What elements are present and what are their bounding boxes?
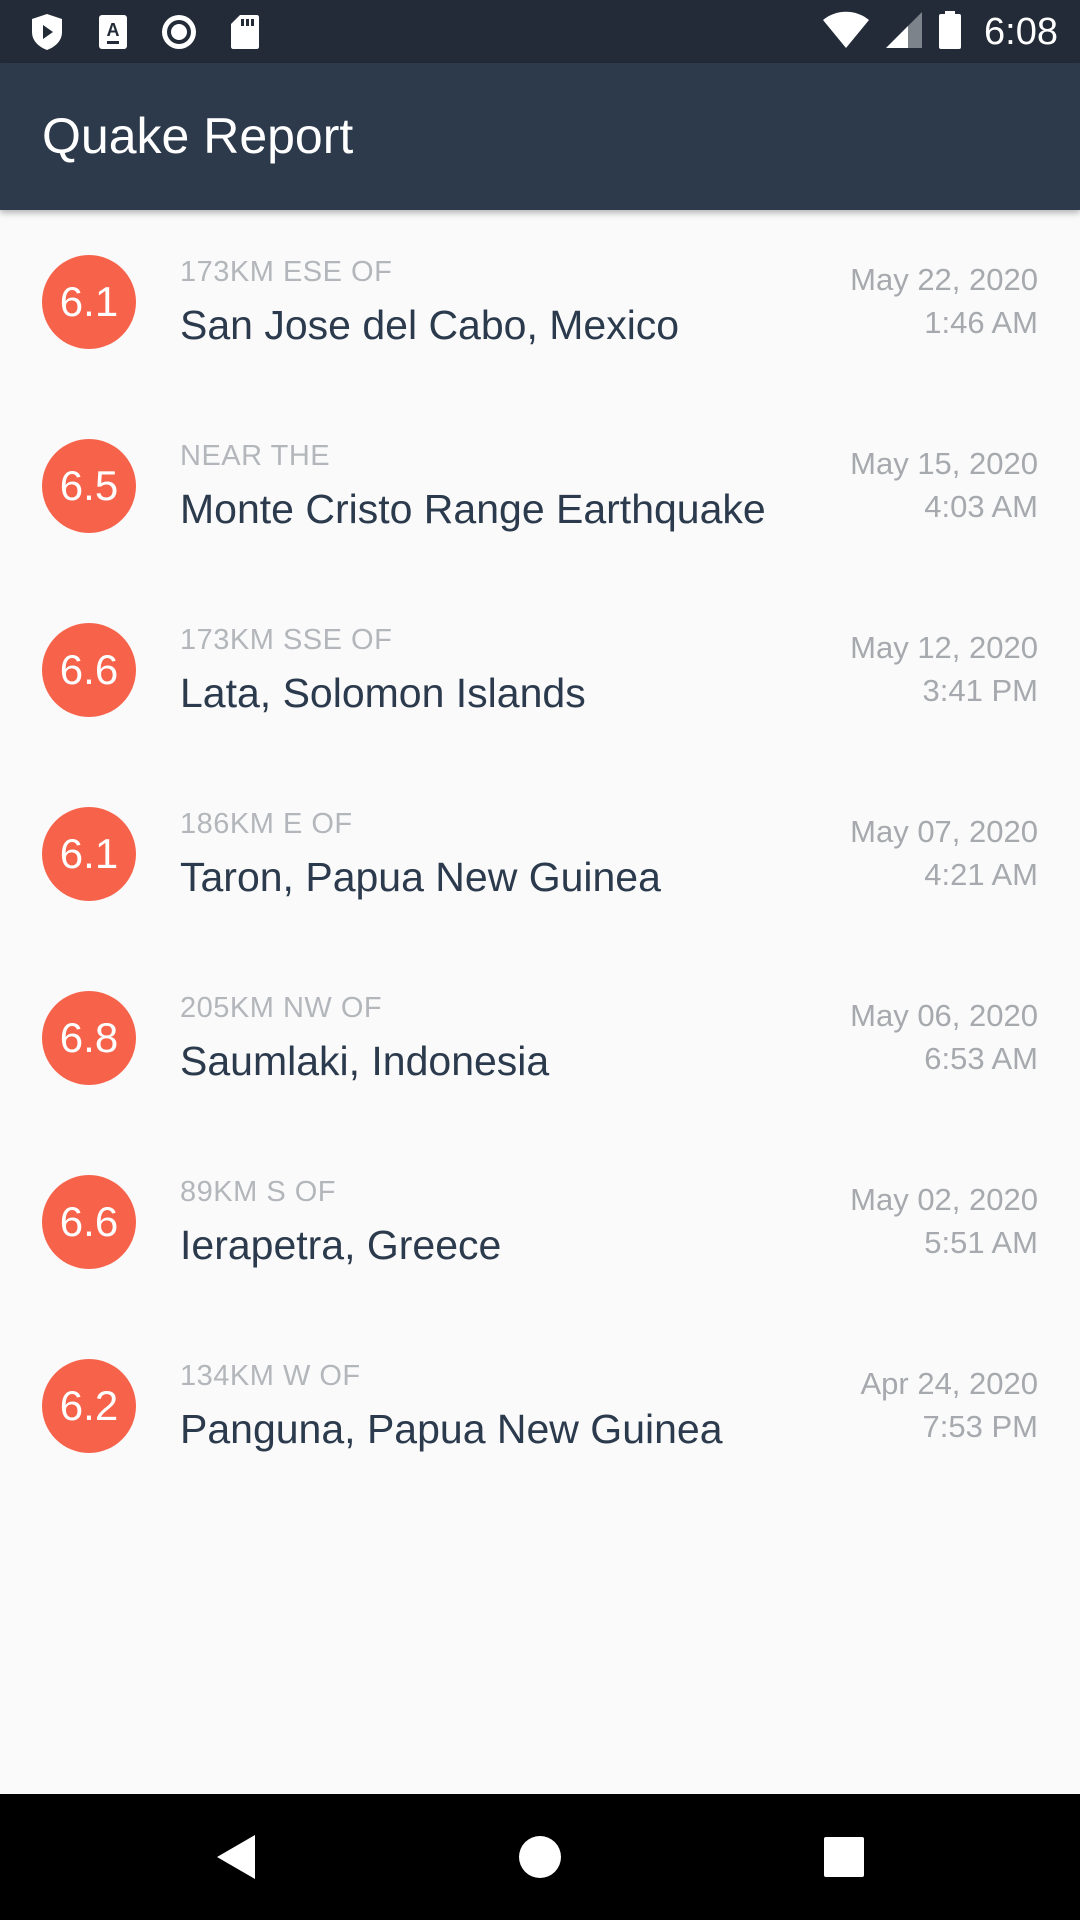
wifi-icon (822, 10, 870, 55)
list-item[interactable]: 6.6 89KM S OF Ierapetra, Greece May 02, … (0, 1130, 1080, 1314)
magnitude-circle: 6.1 (42, 807, 136, 901)
time: 7:53 PM (922, 1409, 1038, 1444)
status-bar: A 6:08 (0, 0, 1080, 63)
date: May 02, 2020 (850, 1182, 1038, 1217)
magnitude-circle: 6.6 (42, 1175, 136, 1269)
list-item[interactable]: 6.6 173KM SSE OF Lata, Solomon Islands M… (0, 578, 1080, 762)
location-offset: NEAR THE (180, 440, 331, 472)
magnitude-circle: 6.2 (42, 1359, 136, 1453)
magnitude-circle: 6.1 (42, 255, 136, 349)
time: 1:46 AM (924, 305, 1038, 340)
time: 5:51 AM (924, 1225, 1038, 1260)
notification-icons: A (28, 10, 264, 54)
clock: 6:08 (984, 10, 1058, 53)
system-indicators: 6:08 (822, 6, 1058, 58)
date: May 15, 2020 (850, 446, 1038, 481)
location-offset: 134KM W OF (180, 1360, 361, 1392)
magnitude-circle: 6.5 (42, 439, 136, 533)
location-offset: 89KM S OF (180, 1176, 336, 1208)
time: 6:53 AM (924, 1041, 1038, 1076)
time: 3:41 PM (922, 673, 1038, 708)
primary-location: Saumlaki, Indonesia (180, 1038, 550, 1084)
record-icon (160, 12, 198, 52)
primary-location: Taron, Papua New Guinea (180, 854, 661, 900)
date: May 22, 2020 (850, 262, 1038, 297)
primary-location: Ierapetra, Greece (180, 1222, 502, 1268)
list-item[interactable]: 6.2 134KM W OF Panguna, Papua New Guinea… (0, 1314, 1080, 1498)
time: 4:03 AM (924, 489, 1038, 524)
time: 4:21 AM (924, 857, 1038, 892)
list-item[interactable]: 6.5 NEAR THE Monte Cristo Range Earthqua… (0, 394, 1080, 578)
recents-icon[interactable] (814, 1827, 874, 1887)
list-item[interactable]: 6.1 186KM E OF Taron, Papua New Guinea M… (0, 762, 1080, 946)
svg-text:A: A (107, 20, 120, 40)
magnitude-circle: 6.8 (42, 991, 136, 1085)
date: May 12, 2020 (850, 630, 1038, 665)
primary-location: San Jose del Cabo, Mexico (180, 302, 680, 348)
navigation-bar (0, 1794, 1080, 1920)
battery-icon (938, 10, 962, 55)
signal-icon (884, 10, 924, 55)
date: May 07, 2020 (850, 814, 1038, 849)
location-offset: 186KM E OF (180, 808, 353, 840)
primary-location: Monte Cristo Range Earthquake (180, 486, 766, 532)
earthquake-list[interactable]: 6.1 173KM ESE OF San Jose del Cabo, Mexi… (0, 210, 1080, 1498)
sd-card-icon (226, 12, 264, 52)
date: Apr 24, 2020 (860, 1366, 1038, 1401)
home-icon[interactable] (510, 1827, 570, 1887)
play-protect-icon (28, 12, 66, 52)
list-item[interactable]: 6.8 205KM NW OF Saumlaki, Indonesia May … (0, 946, 1080, 1130)
location-offset: 173KM ESE OF (180, 256, 393, 288)
date: May 06, 2020 (850, 998, 1038, 1033)
location-offset: 173KM SSE OF (180, 624, 393, 656)
location-offset: 205KM NW OF (180, 992, 383, 1024)
back-icon[interactable] (206, 1827, 266, 1887)
page-title: Quake Report (42, 108, 354, 164)
primary-location: Panguna, Papua New Guinea (180, 1406, 723, 1452)
magnitude-circle: 6.6 (42, 623, 136, 717)
app-bar: Quake Report (0, 63, 1080, 210)
list-item[interactable]: 6.1 173KM ESE OF San Jose del Cabo, Mexi… (0, 210, 1080, 394)
a-keyboard-icon: A (94, 12, 132, 52)
primary-location: Lata, Solomon Islands (180, 670, 586, 716)
